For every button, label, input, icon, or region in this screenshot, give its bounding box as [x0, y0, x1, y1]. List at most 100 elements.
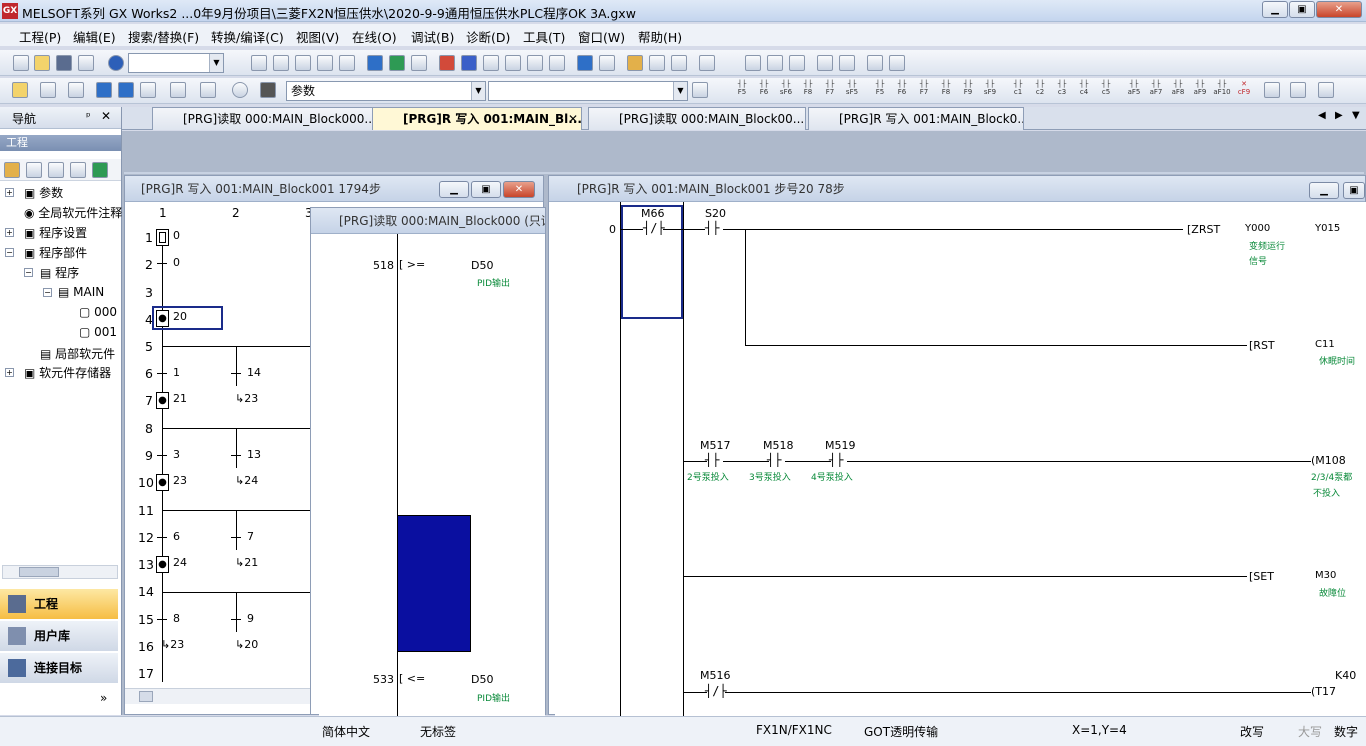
ladder-key-icon[interactable]: ┤├ F6	[754, 80, 774, 96]
watch-icon[interactable]	[170, 82, 186, 98]
tab-scroll-right-icon[interactable]: ▶	[1335, 110, 1343, 121]
simulation-icon[interactable]	[599, 55, 615, 71]
paste-icon[interactable]	[295, 55, 311, 71]
help-icon[interactable]	[232, 82, 248, 98]
paste-icon[interactable]	[48, 162, 64, 178]
sfc-jump-step[interactable]: ●	[156, 556, 169, 573]
ladder-key-icon[interactable]: ┤├ aF10	[1212, 80, 1232, 96]
collapse-icon[interactable]: −	[5, 248, 14, 257]
copy-icon[interactable]	[273, 55, 289, 71]
menu-view[interactable]: 视图(V)	[296, 27, 339, 46]
refresh-icon[interactable]	[92, 162, 108, 178]
device-comment-icon[interactable]	[118, 82, 134, 98]
edit-mode-icon[interactable]	[627, 55, 643, 71]
sfc-initial-step[interactable]	[156, 229, 169, 246]
ladder-key-icon[interactable]: ┤├ c4	[1074, 80, 1094, 96]
sfc-jump-step[interactable]: ●	[156, 310, 169, 327]
minimize-button[interactable]: ▁	[1309, 182, 1339, 199]
no-contact[interactable]: ┤├	[767, 453, 781, 467]
nav-button-library[interactable]: 用户库	[0, 621, 118, 651]
ladder-tool-icon[interactable]	[789, 55, 805, 71]
collapse-icon[interactable]: −	[24, 268, 33, 277]
nc-contact[interactable]: ┤/├	[705, 684, 727, 698]
open-folder-icon[interactable]	[34, 55, 50, 71]
compare-instruction[interactable]: [ >=	[399, 258, 425, 271]
monitor-write-icon[interactable]	[549, 55, 565, 71]
ladder-tool-icon[interactable]	[1318, 82, 1334, 98]
maximize-button[interactable]: ▣	[471, 181, 501, 198]
undo-icon[interactable]	[317, 55, 333, 71]
ladder-key-icon[interactable]: ┤├ aF5	[1124, 80, 1144, 96]
tree-item-program[interactable]: ▤ 程序	[40, 264, 79, 281]
ladder-key-icon[interactable]: ┤├ sF9	[980, 80, 1000, 96]
ladder-tool-icon[interactable]	[817, 55, 833, 71]
ladder-key-icon[interactable]: ┤├ F5	[732, 80, 752, 96]
ladder-key-icon[interactable]: ┤├ c1	[1008, 80, 1028, 96]
scope-combo[interactable]: ▼	[488, 81, 688, 101]
properties-icon[interactable]	[70, 162, 86, 178]
expand-icon[interactable]: +	[5, 228, 14, 237]
help-icon[interactable]	[108, 55, 124, 71]
instruction-label[interactable]: [SET	[1249, 570, 1274, 583]
ladder-key-icon[interactable]: ┤├ aF9	[1190, 80, 1210, 96]
ladder-key-icon[interactable]: ┤├ c5	[1096, 80, 1116, 96]
tree-item-program-setting[interactable]: ▣ 程序设置	[24, 224, 87, 241]
sfc-jump-step[interactable]: ●	[156, 474, 169, 491]
instruction-label[interactable]: [ZRST	[1187, 223, 1220, 236]
scrollbar-thumb[interactable]	[19, 567, 59, 577]
monitor-icon[interactable]	[505, 55, 521, 71]
nav-button-connection[interactable]: 连接目标	[0, 653, 118, 683]
page-icon[interactable]	[692, 82, 708, 98]
ladder-key-icon[interactable]: ┤├ c3	[1052, 80, 1072, 96]
ladder-tool-icon[interactable]	[889, 55, 905, 71]
tab-list-icon[interactable]: ▼	[1352, 110, 1360, 121]
ladder-key-icon[interactable]: ┤├ aF8	[1168, 80, 1188, 96]
tree-item-parameter[interactable]: ▣ 参数	[24, 184, 63, 201]
add-item-icon[interactable]	[4, 162, 20, 178]
tree-item-main[interactable]: ▤ MAIN	[58, 285, 104, 299]
partner-icon[interactable]	[40, 82, 56, 98]
ladder-key-icon[interactable]: ┤├ F5	[870, 80, 890, 96]
cut-icon[interactable]	[251, 55, 267, 71]
ladder-tool-icon[interactable]	[867, 55, 883, 71]
device-search-icon[interactable]	[389, 55, 405, 71]
toolbar-combo-1[interactable]: ▼	[128, 53, 224, 73]
ladder-key-icon[interactable]: ┤├ F7	[914, 80, 934, 96]
minimize-button[interactable]: ▁	[1262, 1, 1288, 18]
monitor-stop-icon[interactable]	[527, 55, 543, 71]
maximize-button[interactable]: ▣	[1289, 1, 1315, 18]
menu-window[interactable]: 窗口(W)	[578, 27, 625, 46]
navigation-toggle-icon[interactable]	[12, 82, 28, 98]
tree-item-global-comment[interactable]: ◉ 全局软元件注释	[24, 204, 122, 221]
ladder-key-icon[interactable]: ┤├ aF7	[1146, 80, 1166, 96]
more-buttons-icon[interactable]: »	[100, 691, 107, 705]
instruction-label[interactable]: [RST	[1249, 339, 1275, 352]
collapse-icon[interactable]: −	[43, 288, 52, 297]
write-plc-icon[interactable]	[439, 55, 455, 71]
display-icon[interactable]	[699, 55, 715, 71]
ladder-key-icon[interactable]: ┤├ F7	[820, 80, 840, 96]
compare-instruction[interactable]: [ <=	[399, 672, 425, 685]
tree-item-program-parts[interactable]: ▣ 程序部件	[24, 244, 87, 261]
save-icon[interactable]	[56, 55, 72, 71]
binoculars-icon[interactable]	[260, 82, 276, 98]
no-contact[interactable]: ┤├	[705, 453, 719, 467]
menu-project[interactable]: 工程(P)	[19, 27, 61, 46]
copy-icon[interactable]	[26, 162, 42, 178]
close-icon[interactable]: ✕	[101, 109, 111, 123]
close-button[interactable]: ✕	[1316, 1, 1362, 18]
comment-icon[interactable]	[649, 55, 665, 71]
ladder-key-icon[interactable]: ┤├ F8	[936, 80, 956, 96]
close-icon[interactable]: ✕	[568, 108, 578, 130]
expand-icon[interactable]: +	[5, 188, 14, 197]
output-window-icon[interactable]	[68, 82, 84, 98]
menu-edit[interactable]: 编辑(E)	[73, 27, 116, 46]
tab-write-block001-2[interactable]: [PRG]R 写入 001:MAIN_Block0...	[808, 107, 1024, 130]
tree-item-device-memory[interactable]: ▣ 软元件存储器	[24, 364, 111, 381]
ladder-key-icon[interactable]: ┤├ sF6	[776, 80, 796, 96]
menu-online[interactable]: 在线(O)	[352, 27, 397, 46]
tab-scroll-left-icon[interactable]: ◀	[1318, 110, 1326, 121]
ladder-tool-icon[interactable]	[767, 55, 783, 71]
tree-item-block-001[interactable]: ▢ 001	[79, 325, 117, 339]
verify-icon[interactable]	[483, 55, 499, 71]
